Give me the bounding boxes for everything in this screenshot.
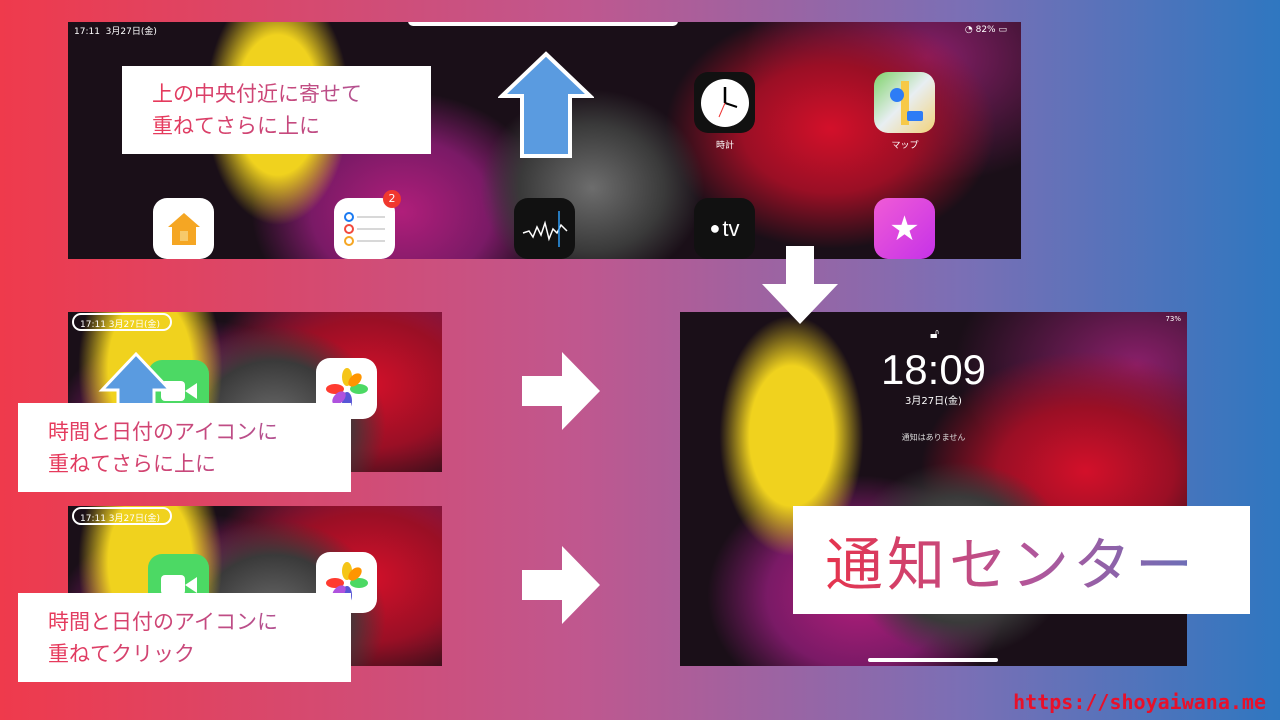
up-arrow-icon	[98, 351, 174, 410]
right-arrow-icon	[522, 352, 600, 430]
callout-bottom: 時間と日付のアイコンに 重ねてクリック	[18, 593, 351, 682]
home-indicator[interactable]	[868, 658, 998, 662]
battery-icon: ▭	[998, 25, 1007, 35]
no-notifications-text: 通知はありません	[901, 433, 966, 442]
notification-center-title: 通知センター	[793, 506, 1250, 614]
reminders-app-icon[interactable]	[334, 198, 395, 259]
lock-date: 3月27日(金)	[905, 396, 962, 407]
right-arrow-icon	[522, 546, 600, 624]
top-screenshot: 17:11 3月27日(金) ◔ 82% ▭ 時計 マップ 2 ● tv ★ 上…	[68, 22, 1021, 259]
clock-app-label: 時計	[715, 141, 734, 151]
callout-bottom-line-1: 時間と日付のアイコンに	[48, 606, 351, 638]
status-time-date-pill[interactable]: 17:11 3月27日(金)	[72, 313, 172, 331]
lock-time: 18:09	[880, 346, 987, 393]
status-bar: 17:11 3月27日(金)	[74, 24, 157, 37]
callout-top: 上の中央付近に寄せて 重ねてさらに上に	[122, 66, 431, 154]
star-icon: ★	[889, 209, 920, 248]
maps-app-label: マップ	[891, 141, 919, 151]
up-arrow-icon	[498, 51, 594, 158]
top-edge-indicator	[408, 22, 678, 26]
maps-app-icon[interactable]	[874, 72, 935, 133]
appletv-app-icon[interactable]: ● tv	[694, 198, 755, 259]
status-time-date-pill[interactable]: 17:11 3月27日(金)	[72, 507, 172, 525]
status-time: 17:11	[74, 27, 100, 37]
callout-top-line-2: 重ねてさらに上に	[152, 110, 431, 142]
site-url[interactable]: https://shoyaiwana.me	[1013, 690, 1266, 714]
callout-middle-line-2: 重ねてさらに上に	[48, 448, 351, 480]
callout-bottom-line-2: 重ねてクリック	[48, 638, 351, 670]
callout-middle: 時間と日付のアイコンに 重ねてさらに上に	[18, 403, 351, 492]
stocks-app-icon[interactable]	[514, 198, 575, 259]
status-battery: ◔ 82% ▭	[964, 25, 1007, 35]
apple-icon: ●	[709, 218, 721, 238]
itunes-store-app-icon[interactable]: ★	[874, 198, 935, 259]
reminders-badge: 2	[383, 190, 401, 208]
clock-app-icon[interactable]	[694, 72, 755, 133]
status-date: 3月27日(金)	[105, 27, 157, 37]
callout-middle-line-1: 時間と日付のアイコンに	[48, 416, 351, 448]
status-battery: 73%	[1165, 315, 1181, 323]
unlock-icon: 🔓︎	[930, 326, 940, 342]
down-arrow-icon	[762, 246, 838, 324]
home-app-icon[interactable]	[153, 198, 214, 259]
callout-top-line-1: 上の中央付近に寄せて	[152, 78, 431, 110]
wifi-icon: ◔	[964, 25, 973, 35]
